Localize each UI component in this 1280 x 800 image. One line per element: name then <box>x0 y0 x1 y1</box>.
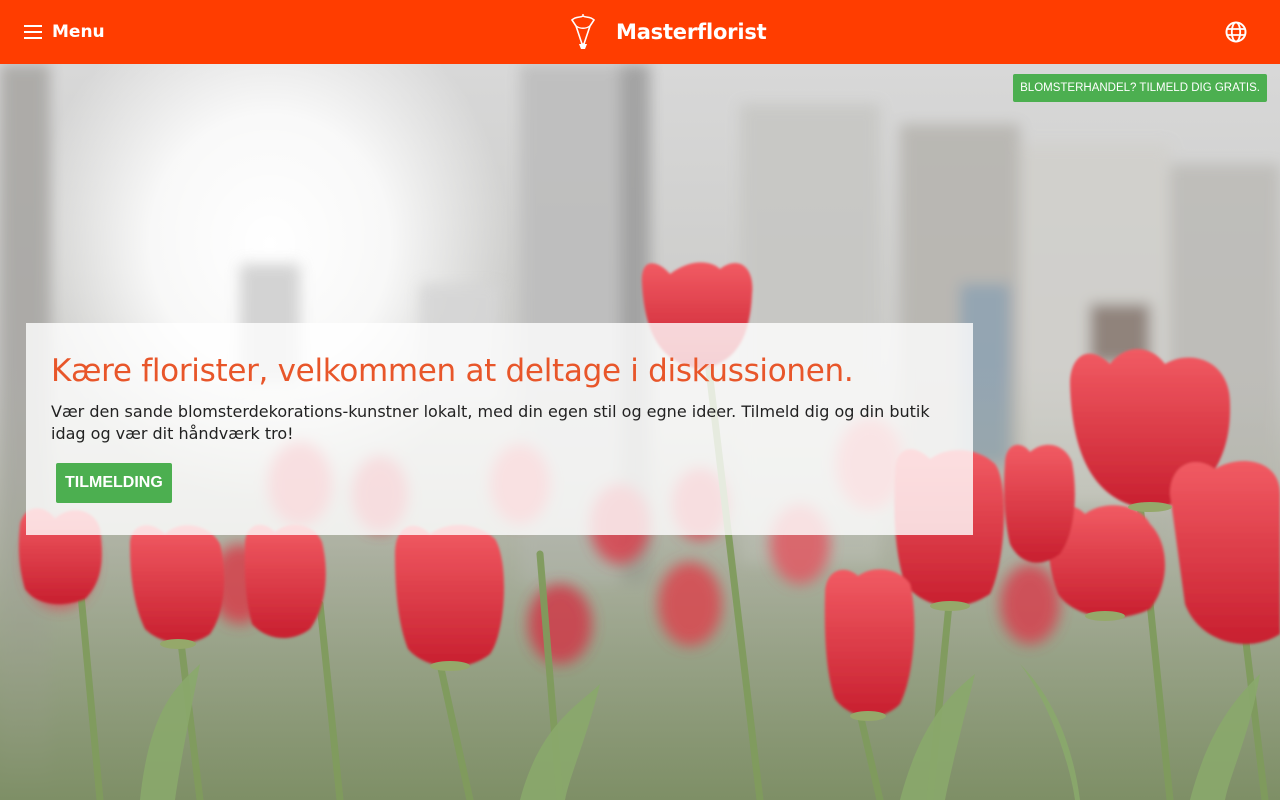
hamburger-icon <box>24 25 42 39</box>
welcome-description: Vær den sande blomsterdekorations-kunstn… <box>51 402 930 443</box>
menu-button[interactable]: Menu <box>24 18 105 46</box>
menu-label: Menu <box>52 22 105 42</box>
hero-section: Kære florister, velkommen at deltage i d… <box>0 64 1280 800</box>
bouquet-logo <box>570 14 596 49</box>
welcome-card: Kære florister, velkommen at deltage i d… <box>26 323 973 535</box>
welcome-title: Kære florister, velkommen at deltage i d… <box>51 353 854 389</box>
brand-link[interactable]: Masterflorist <box>568 10 767 54</box>
globe-icon[interactable] <box>1224 20 1248 44</box>
signup-button[interactable]: TILMELDING <box>56 463 172 503</box>
brand-name: Masterflorist <box>616 20 767 44</box>
florist-signup-chip[interactable]: BLOMSTERHANDEL? TILMELD DIG GRATIS. <box>1013 74 1267 102</box>
top-app-bar: Menu Masterflorist <box>0 0 1280 64</box>
